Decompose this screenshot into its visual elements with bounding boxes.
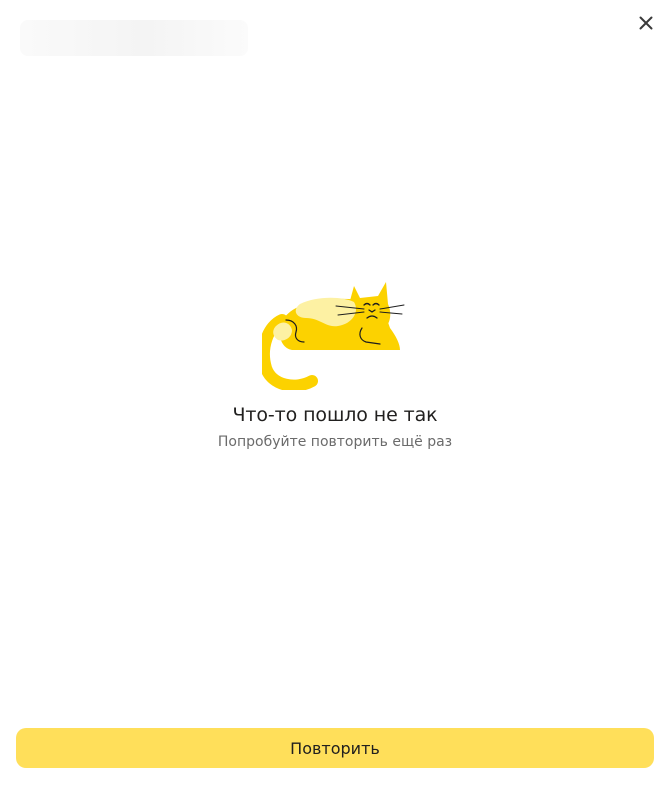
sad-cat-icon bbox=[262, 282, 405, 390]
close-button[interactable] bbox=[632, 9, 660, 37]
error-subtitle: Попробуйте повторить ещё раз bbox=[217, 434, 453, 450]
error-content: Что-то пошло не так Попробуйте повторить… bbox=[0, 278, 670, 451]
error-title: Что-то пошло не так bbox=[232, 404, 438, 426]
close-icon bbox=[639, 16, 653, 30]
retry-button-label: Повторить bbox=[290, 738, 380, 758]
error-dialog: Что-то пошло не так Попробуйте повторить… bbox=[0, 0, 670, 800]
title-loading-placeholder bbox=[20, 20, 248, 56]
retry-button[interactable]: Повторить bbox=[16, 728, 654, 768]
